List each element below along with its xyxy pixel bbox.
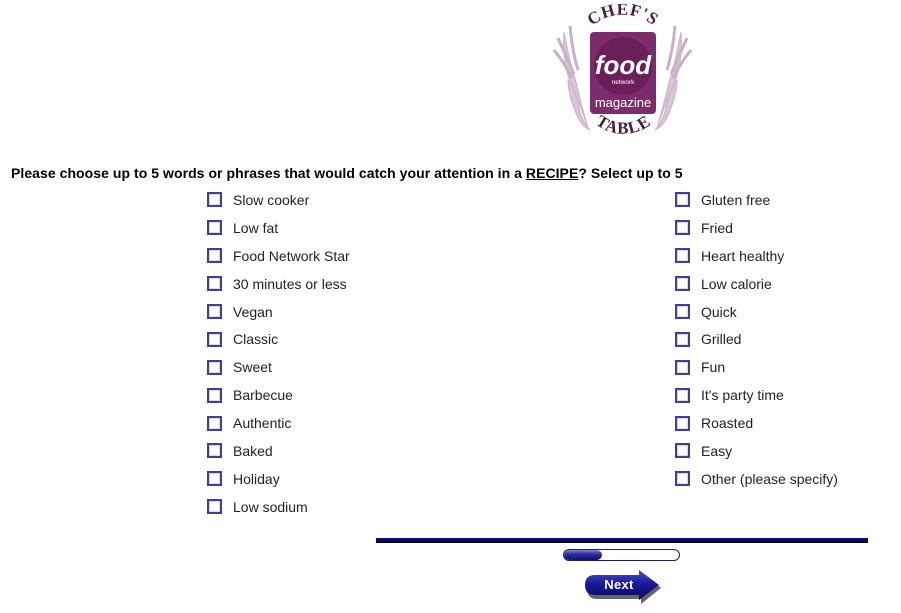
option-heart-healthy[interactable]: Heart healthy: [675, 242, 838, 270]
option-label: Vegan: [233, 303, 273, 320]
checkbox[interactable]: [675, 220, 690, 236]
option-baked[interactable]: Baked: [207, 437, 350, 465]
question-suffix: ? Select up to 5: [578, 165, 683, 181]
checkbox[interactable]: [675, 471, 690, 487]
checkbox[interactable]: [675, 331, 690, 347]
svg-text:network: network: [612, 79, 636, 86]
checkbox[interactable]: [675, 415, 690, 431]
option-quick[interactable]: Quick: [675, 298, 838, 326]
option-label: Food Network Star: [233, 247, 350, 264]
question-emphasis: RECIPE: [525, 165, 579, 181]
checkbox[interactable]: [675, 248, 690, 264]
checkbox[interactable]: [675, 443, 690, 459]
carrot-right-icon: [654, 25, 693, 131]
checkbox[interactable]: [207, 304, 222, 319]
svg-text:TABLE: TABLE: [593, 111, 655, 138]
option-label: Quick: [701, 303, 737, 320]
option-low-sodium[interactable]: Low sodium: [207, 493, 350, 521]
option-roasted[interactable]: Roasted: [675, 409, 838, 437]
svg-text:magazine: magazine: [595, 95, 651, 110]
option-label: It's party time: [701, 387, 784, 404]
question-prefix: Please choose up to 5 words or phrases t…: [11, 165, 526, 181]
option-food-network-star[interactable]: Food Network Star: [207, 242, 350, 270]
option-fried[interactable]: Fried: [675, 214, 838, 242]
option-label: Sweet: [233, 359, 272, 376]
chefs-table-logo: food network magazine CHEF'S TABLE: [550, 0, 695, 144]
option-label: Low sodium: [233, 498, 308, 515]
checkbox[interactable]: [207, 220, 222, 236]
option-grilled[interactable]: Grilled: [675, 325, 838, 353]
option-fun[interactable]: Fun: [675, 353, 838, 381]
option-label: Fried: [701, 219, 733, 236]
checkbox[interactable]: [675, 387, 690, 403]
option-barbecue[interactable]: Barbecue: [207, 381, 350, 409]
option-label: Easy: [701, 442, 733, 459]
option-label: Baked: [233, 442, 273, 459]
options-right-column: Gluten free Fried Heart healthy Low calo…: [675, 186, 838, 493]
option-label: Roasted: [701, 415, 754, 432]
options-left-column: Slow cooker Low fat Food Network Star 30…: [207, 186, 350, 521]
option-sweet[interactable]: Sweet: [207, 353, 350, 381]
option-label: Classic: [233, 331, 279, 348]
option-low-calorie[interactable]: Low calorie: [675, 270, 838, 298]
option-label: Holiday: [233, 470, 280, 487]
checkbox[interactable]: [207, 415, 222, 431]
checkbox[interactable]: [675, 304, 690, 319]
checkbox[interactable]: [207, 276, 222, 292]
option-vegan[interactable]: Vegan: [207, 298, 350, 326]
option-label: Low calorie: [701, 275, 772, 292]
option-low-fat[interactable]: Low fat: [207, 214, 350, 242]
checkbox[interactable]: [207, 331, 222, 347]
option-label: Low fat: [233, 219, 279, 236]
survey-progress-bar: [563, 549, 680, 561]
option-label: Barbecue: [233, 387, 293, 404]
option-its-party-time[interactable]: It's party time: [675, 381, 838, 409]
option-label: Fun: [701, 359, 726, 376]
option-label: Authentic: [233, 415, 292, 432]
option-label: Gluten free: [701, 191, 771, 208]
checkbox[interactable]: [207, 443, 222, 459]
option-gluten-free[interactable]: Gluten free: [675, 186, 838, 214]
checkbox[interactable]: [207, 471, 222, 487]
option-label: Heart healthy: [701, 247, 785, 264]
option-label: Grilled: [701, 331, 742, 348]
checkbox[interactable]: [207, 387, 222, 403]
progress-fill: [564, 550, 602, 560]
option-slow-cooker[interactable]: Slow cooker: [207, 186, 350, 214]
next-label: Next: [604, 577, 634, 592]
question-text: Please choose up to 5 words or phrases t…: [11, 165, 683, 181]
option-other-please-specify[interactable]: Other (please specify): [675, 465, 838, 493]
section-divider: [376, 538, 868, 543]
checkbox[interactable]: [207, 192, 222, 208]
checkbox[interactable]: [675, 276, 690, 292]
svg-text:food: food: [595, 50, 652, 80]
logo-graphic: food network magazine CHEF'S TABLE: [552, 0, 693, 138]
option-holiday[interactable]: Holiday: [207, 465, 350, 493]
checkbox[interactable]: [675, 359, 690, 375]
option-label: Slow cooker: [233, 191, 310, 208]
carrot-left-icon: [552, 25, 591, 131]
next-button[interactable]: Next: [583, 570, 663, 604]
option-30-minutes-or-less[interactable]: 30 minutes or less: [207, 270, 350, 298]
checkbox[interactable]: [207, 359, 222, 375]
checkbox[interactable]: [207, 248, 222, 264]
option-label: 30 minutes or less: [233, 275, 347, 292]
svg-text:CHEF'S: CHEF'S: [584, 4, 663, 29]
checkbox[interactable]: [675, 192, 690, 208]
option-label: Other (please specify): [701, 470, 838, 487]
checkbox[interactable]: [207, 499, 222, 515]
option-easy[interactable]: Easy: [675, 437, 838, 465]
option-classic[interactable]: Classic: [207, 325, 350, 353]
option-authentic[interactable]: Authentic: [207, 409, 350, 437]
